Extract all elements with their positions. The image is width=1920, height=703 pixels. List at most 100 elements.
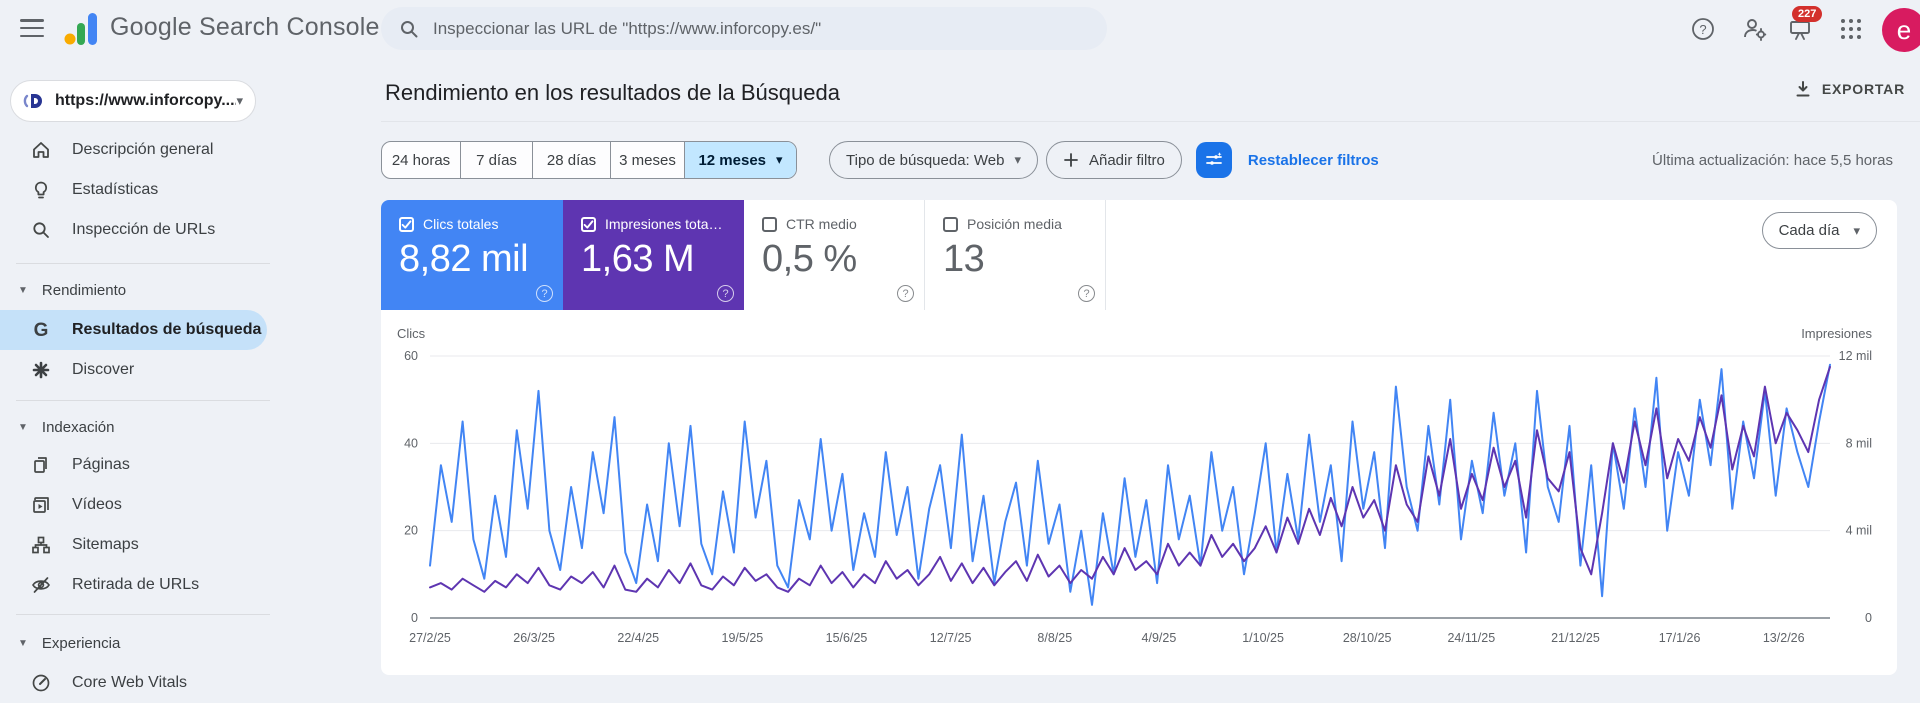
metric-cards: Clics totales 8,82 mil ? Impresiones tot… <box>381 200 1897 310</box>
filter-bar: 24 horas 7 días 28 días 3 meses 12 meses… <box>381 140 1920 180</box>
search-type-filter[interactable]: Tipo de búsqueda: Web ▾ <box>829 141 1038 179</box>
sidebar-item-retirada-urls[interactable]: Retirada de URLs <box>0 565 267 605</box>
sidebar: https://www.inforcopy.... ▾ Descripción … <box>0 56 300 696</box>
ctr-checkbox[interactable] <box>762 216 777 232</box>
page-title: Rendimiento en los resultados de la Búsq… <box>385 80 840 105</box>
gauge-icon <box>30 672 52 694</box>
svg-text:4/9/25: 4/9/25 <box>1142 631 1177 645</box>
range-28-dias[interactable]: 28 días <box>533 142 611 178</box>
svg-text:22/4/25: 22/4/25 <box>617 631 659 645</box>
section-indexacion[interactable]: ▼ Indexación <box>0 412 300 442</box>
collapse-arrow-icon: ▼ <box>18 284 28 296</box>
impresiones-checkbox[interactable] <box>581 216 596 232</box>
range-3-meses[interactable]: 3 meses <box>611 142 685 178</box>
svg-text:19/5/25: 19/5/25 <box>722 631 764 645</box>
svg-text:27/2/25: 27/2/25 <box>409 631 451 645</box>
avatar[interactable]: e <box>1882 8 1920 52</box>
google-icon: G <box>33 319 49 341</box>
chart-area: 60 40 20 0 12 mil 8 mil 4 mil 0 Clics Impresiones… <box>381 310 1897 675</box>
download-icon <box>1794 80 1812 98</box>
property-selector[interactable]: https://www.inforcopy.... ▾ <box>10 80 256 122</box>
svg-text:12/7/25: 12/7/25 <box>930 631 972 645</box>
svg-text:4 mil: 4 mil <box>1846 524 1872 538</box>
sidebar-item-paginas[interactable]: Páginas <box>0 445 267 485</box>
divider <box>16 614 270 615</box>
collapse-arrow-icon: ▼ <box>18 421 28 433</box>
page-header: Rendimiento en los resultados de la Búsq… <box>381 56 1920 122</box>
collapse-arrow-icon: ▼ <box>18 637 28 649</box>
svg-text:28/10/25: 28/10/25 <box>1343 631 1392 645</box>
divider <box>16 400 270 401</box>
chevron-down-icon: ▾ <box>776 152 783 167</box>
last-update-text: Última actualización: hace 5,5 horas <box>1652 151 1893 169</box>
svg-text:12 mil: 12 mil <box>1839 349 1872 363</box>
section-experiencia[interactable]: ▼ Experiencia <box>0 628 300 658</box>
plus-icon <box>1063 152 1079 168</box>
help-icon[interactable]: ? <box>1690 16 1716 42</box>
chevron-down-icon: ▾ <box>1014 152 1021 167</box>
svg-text:8/8/25: 8/8/25 <box>1037 631 1072 645</box>
performance-panel: Clics totales 8,82 mil ? Impresiones tot… <box>381 200 1897 675</box>
sidebar-item-discover[interactable]: Discover <box>0 350 267 390</box>
url-inspection-searchbox[interactable] <box>381 7 1107 50</box>
metric-card-posicion-media[interactable]: Posición media 13 ? <box>925 200 1106 310</box>
svg-text:13/2/26: 13/2/26 <box>1763 631 1805 645</box>
metric-card-clics-totales[interactable]: Clics totales 8,82 mil ? <box>381 200 563 310</box>
sidebar-item-sitemaps[interactable]: Sitemaps <box>0 525 267 565</box>
clics-checkbox[interactable] <box>399 216 414 232</box>
svg-text:17/1/26: 17/1/26 <box>1659 631 1701 645</box>
granularity-dropdown[interactable]: Cada día ▾ <box>1761 212 1877 249</box>
help-circle-icon[interactable]: ? <box>897 285 914 302</box>
export-button[interactable]: EXPORTAR <box>1794 80 1905 98</box>
ctr-value: 0,5 % <box>762 238 857 280</box>
user-settings-icon[interactable] <box>1742 16 1768 42</box>
search-icon <box>399 19 419 39</box>
sidebar-item-estadisticas[interactable]: Estadísticas <box>0 170 267 210</box>
eye-off-icon <box>30 574 52 596</box>
svg-text:26/3/25: 26/3/25 <box>513 631 555 645</box>
help-circle-icon[interactable]: ? <box>1078 285 1095 302</box>
range-7-dias[interactable]: 7 días <box>461 142 533 178</box>
lightbulb-icon <box>30 179 52 201</box>
section-rendimiento[interactable]: ▼ Rendimiento <box>0 275 300 305</box>
divider <box>16 263 270 264</box>
svg-text:Impresiones: Impresiones <box>1801 326 1872 341</box>
svg-text:?: ? <box>1699 22 1706 37</box>
sitemap-icon <box>30 534 52 556</box>
video-icon <box>30 494 52 516</box>
search-icon <box>30 219 52 241</box>
svg-text:24/11/25: 24/11/25 <box>1447 631 1495 645</box>
posicion-checkbox[interactable] <box>943 216 958 232</box>
svg-text:21/12/25: 21/12/25 <box>1551 631 1600 645</box>
sidebar-item-core-web-vitals[interactable]: Core Web Vitals <box>0 663 267 703</box>
metric-card-ctr-medio[interactable]: CTR medio 0,5 % ? <box>744 200 925 310</box>
add-filter-button[interactable]: Añadir filtro <box>1045 141 1182 179</box>
tune-sparkle-icon <box>1204 150 1224 170</box>
search-console-logo-icon <box>62 11 100 47</box>
sidebar-nav: Descripción general Estadísticas Inspecc… <box>0 130 300 703</box>
apps-grid-icon[interactable] <box>1838 16 1864 42</box>
reset-filters-link[interactable]: Restablecer filtros <box>1248 152 1379 169</box>
search-input[interactable] <box>433 18 1089 39</box>
help-circle-icon[interactable]: ? <box>536 285 553 302</box>
metric-card-impresiones-totales[interactable]: Impresiones totales 1,63 M ? <box>563 200 744 310</box>
range-12-meses[interactable]: 12 meses ▾ <box>685 142 796 178</box>
svg-text:40: 40 <box>404 436 418 450</box>
svg-text:1/10/25: 1/10/25 <box>1242 631 1284 645</box>
sidebar-item-descripcion-general[interactable]: Descripción general <box>0 130 267 170</box>
announcements-icon[interactable]: 227 <box>1786 6 1823 44</box>
pages-icon <box>30 454 52 476</box>
filter-tune-button[interactable] <box>1195 142 1232 178</box>
range-24-horas[interactable]: 24 horas <box>382 142 461 178</box>
sidebar-item-inspeccion-urls[interactable]: Inspección de URLs <box>0 210 267 250</box>
svg-text:15/6/25: 15/6/25 <box>826 631 868 645</box>
sidebar-item-resultados-busqueda[interactable]: G Resultados de búsqueda <box>0 310 267 350</box>
notification-badge: 227 <box>1792 6 1823 23</box>
app-title: Google Search Console <box>110 13 380 41</box>
svg-text:0: 0 <box>1865 611 1872 625</box>
svg-text:20: 20 <box>404 524 418 538</box>
help-circle-icon[interactable]: ? <box>717 285 734 302</box>
svg-text:0: 0 <box>411 611 418 625</box>
sidebar-item-videos[interactable]: Vídeos <box>0 485 267 525</box>
hamburger-menu-icon[interactable] <box>18 16 46 40</box>
